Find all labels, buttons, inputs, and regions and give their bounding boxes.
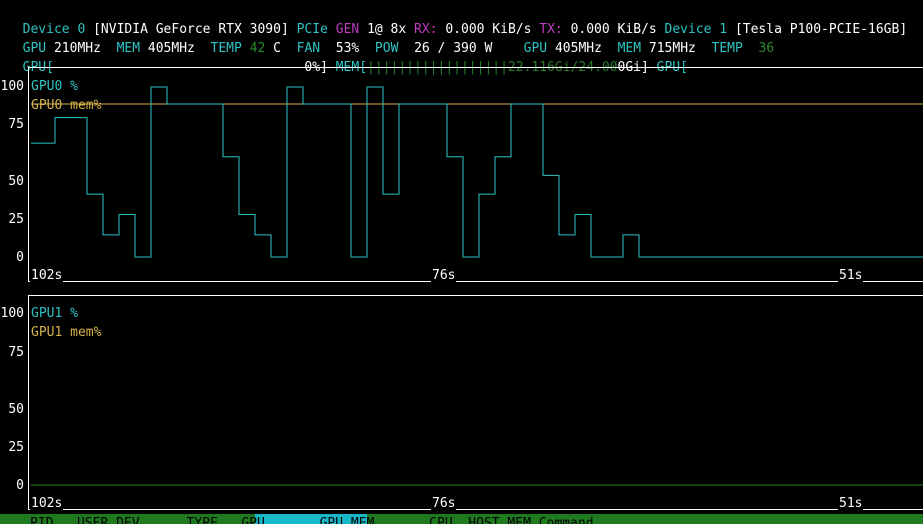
chart0-xtick-51s: 51s (838, 268, 864, 283)
chart1-xtick-76s: 76s (431, 496, 457, 511)
chart1-ytick-25: 25 (8, 440, 24, 455)
chart1-ytick-75: 75 (8, 345, 24, 360)
gpu1-plot (31, 484, 923, 486)
chart1-xtick-51s: 51s (838, 496, 864, 511)
chart0-ytick-75: 75 (8, 117, 24, 132)
device1-temp-label: TEMP (711, 41, 743, 56)
gpu1-util-legend: GPU1 % (31, 306, 78, 321)
process-table-header: PID USER DEV TYPE GPU GPU MEM CPU HOST M… (0, 514, 923, 524)
chart1-ytick-0: 0 (16, 478, 24, 493)
chart1-xtick-102s: 102s (30, 496, 64, 511)
chart0-ytick-0: 0 (16, 250, 24, 265)
header-line-1: Device 0 [NVIDIA GeForce RTX 3090] PCIe … (7, 1, 907, 37)
process-table-columns: PID USER DEV TYPE GPU GPU MEM CPU HOST M… (30, 516, 594, 524)
gpu0-plot (31, 86, 923, 258)
gpu0-mem-legend: GPU0 mem% (31, 98, 102, 113)
gpu0-util-legend: GPU0 % (31, 79, 78, 94)
chart0-ytick-25: 25 (8, 212, 24, 227)
chart0-ytick-50: 50 (8, 174, 24, 189)
chart1-ytick-50: 50 (8, 402, 24, 417)
chart1-ytick-100: 100 (0, 306, 24, 321)
gpu0-util-series-line (31, 86, 923, 258)
gpu1-mem-legend: GPU1 mem% (31, 325, 102, 340)
device1-temp-value: 36 (758, 41, 775, 56)
chart0-xtick-102s: 102s (30, 268, 64, 283)
chart0-ytick-100: 100 (0, 79, 24, 94)
header-line-2: GPU 210MHz MEM 405MHz TEMP 42 C FAN 53% … (7, 20, 775, 56)
chart0-xtick-76s: 76s (431, 268, 457, 283)
header-line-3: GPU[ 0%] MEM[||||||||||||||||||22.116Gi/… (7, 39, 688, 75)
